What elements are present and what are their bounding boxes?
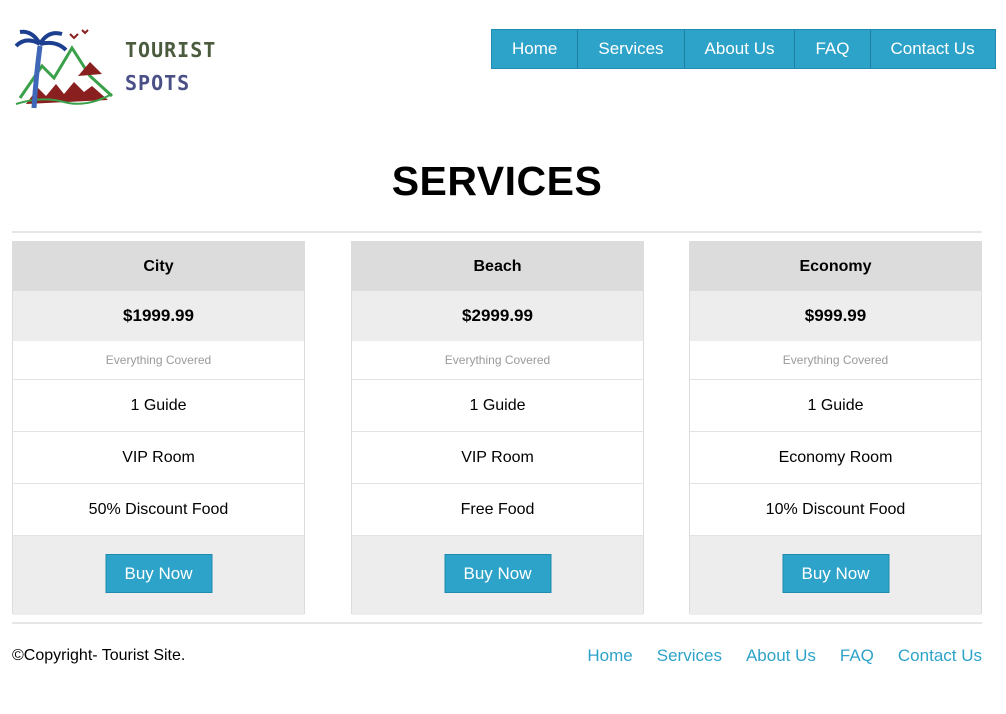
- plan-price: $1999.99: [13, 291, 304, 341]
- divider-bottom: [12, 622, 982, 624]
- plan-name: City: [13, 242, 304, 291]
- nav-about-us[interactable]: About Us: [685, 30, 796, 68]
- pricing-card-city: City $1999.99 Everything Covered 1 Guide…: [12, 241, 305, 615]
- plan-feature: 10% Discount Food: [690, 484, 981, 536]
- page-title: SERVICES: [391, 158, 603, 204]
- palm-mountain-logo-icon: [14, 29, 114, 109]
- plan-name: Economy: [690, 242, 981, 291]
- footer-link-about-us[interactable]: About Us: [746, 646, 816, 666]
- plan-feature: 50% Discount Food: [13, 484, 304, 536]
- plan-name: Beach: [352, 242, 643, 291]
- plan-feature: Economy Room: [690, 432, 981, 484]
- plan-footer: Buy Now: [352, 536, 643, 615]
- footer-link-faq[interactable]: FAQ: [840, 646, 874, 666]
- plan-feature: VIP Room: [352, 432, 643, 484]
- plan-price: $2999.99: [352, 291, 643, 341]
- nav-home[interactable]: Home: [492, 30, 579, 68]
- site-header: TOURIST SPOTS Home Services About Us FAQ…: [0, 0, 1006, 130]
- plan-note: Everything Covered: [352, 341, 643, 380]
- buy-now-button-city[interactable]: Buy Now: [105, 554, 212, 593]
- plan-note: Everything Covered: [13, 341, 304, 380]
- footer-link-services[interactable]: Services: [657, 646, 722, 666]
- pricing-card-beach: Beach $2999.99 Everything Covered 1 Guid…: [351, 241, 644, 615]
- logo-text-line2: SPOTS: [125, 71, 191, 95]
- footer-nav: Home Services About Us FAQ Contact Us: [587, 646, 982, 666]
- nav-faq[interactable]: FAQ: [795, 30, 871, 68]
- divider-top: [12, 231, 982, 233]
- footer-copyright: ©Copyright- Tourist Site.: [12, 647, 186, 664]
- footer-link-contact-us[interactable]: Contact Us: [898, 646, 982, 666]
- buy-now-button-beach[interactable]: Buy Now: [444, 554, 551, 593]
- main-nav: Home Services About Us FAQ Contact Us: [491, 29, 996, 69]
- nav-services[interactable]: Services: [578, 30, 685, 68]
- plan-feature: 1 Guide: [352, 380, 643, 432]
- plan-footer: Buy Now: [690, 536, 981, 615]
- plan-footer: Buy Now: [13, 536, 304, 615]
- plan-feature: Free Food: [352, 484, 643, 536]
- logo-text-line1: TOURIST: [125, 38, 217, 62]
- plan-price: $999.99: [690, 291, 981, 341]
- buy-now-button-economy[interactable]: Buy Now: [782, 554, 889, 593]
- pricing-card-economy: Economy $999.99 Everything Covered 1 Gui…: [689, 241, 982, 615]
- site-logo[interactable]: TOURIST SPOTS: [12, 26, 215, 114]
- plan-note: Everything Covered: [690, 341, 981, 380]
- plan-feature: 1 Guide: [13, 380, 304, 432]
- plan-feature: 1 Guide: [690, 380, 981, 432]
- nav-contact-us[interactable]: Contact Us: [871, 30, 995, 68]
- plan-feature: VIP Room: [13, 432, 304, 484]
- footer-link-home[interactable]: Home: [587, 646, 632, 666]
